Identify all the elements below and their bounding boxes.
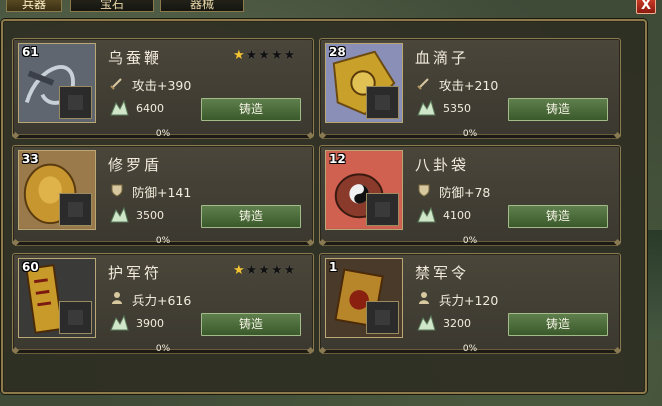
shield-icon [418, 184, 430, 197]
item-name: 护军符 [108, 264, 163, 282]
sword-icon [110, 78, 122, 90]
progress-percent: 0% [155, 344, 171, 354]
gem-slot[interactable] [366, 301, 399, 334]
star-rating: ★★★★★ [233, 263, 296, 278]
forge-button[interactable]: 铸造 [201, 313, 301, 336]
star-icon: ★ [233, 48, 246, 63]
jade-icon [110, 206, 129, 223]
item-card: 12 八卦袋 防御+78 4100 铸造 0% [318, 145, 622, 247]
gem-slot[interactable] [366, 193, 399, 226]
jade-icon [110, 99, 129, 116]
progress-bar: 0% [318, 344, 622, 355]
forge-button[interactable]: 铸造 [508, 98, 608, 121]
item-thumbnail[interactable]: 61 [18, 43, 96, 123]
jade-icon [417, 206, 436, 223]
forge-button[interactable]: 铸造 [508, 313, 608, 336]
gem-slot[interactable] [59, 193, 92, 226]
shield-icon [111, 184, 123, 197]
gem-slot[interactable] [59, 301, 92, 334]
item-card: 1 禁军令 兵力+120 3200 铸造 0% [318, 253, 622, 355]
progress-bar: 0% [11, 236, 315, 247]
item-level: 12 [329, 152, 346, 166]
forge-button[interactable]: 铸造 [201, 205, 301, 228]
item-thumbnail[interactable]: 12 [325, 150, 403, 230]
progress-bar: 0% [318, 236, 622, 247]
item-name: 修罗盾 [108, 156, 163, 174]
tab-machines[interactable]: 器械 [160, 0, 244, 12]
progress-bar: 0% [318, 129, 622, 140]
item-thumbnail[interactable]: 1 [325, 258, 403, 338]
jade-icon [110, 314, 129, 331]
item-level: 28 [329, 45, 346, 59]
progress-bar: 0% [11, 344, 315, 355]
sword-icon [417, 78, 429, 90]
progress-percent: 0% [155, 129, 171, 139]
jade-icon [417, 314, 436, 331]
gem-slot[interactable] [366, 86, 399, 119]
item-card: 33 修罗盾 防御+141 3500 铸造 0% [11, 145, 315, 247]
forge-panel: 61 乌蚕鞭 ★★★★★ 攻击+390 6400 铸造 0% 28 血滴子 攻击… [1, 19, 647, 394]
star-icon: ★★★★ [245, 263, 297, 278]
progress-percent: 0% [155, 236, 171, 246]
tab-gems[interactable]: 宝石 [70, 0, 154, 12]
item-level: 33 [22, 152, 39, 166]
star-rating: ★★★★★ [233, 48, 296, 63]
progress-percent: 0% [462, 236, 478, 246]
item-level: 60 [22, 260, 39, 274]
progress-percent: 0% [462, 344, 478, 354]
item-name: 血滴子 [415, 49, 470, 67]
item-thumbnail[interactable]: 28 [325, 43, 403, 123]
tab-bar: 兵器 宝石 器械 X [0, 0, 662, 14]
close-button[interactable]: X [636, 0, 656, 14]
background-scenery [648, 230, 662, 340]
tab-weapons[interactable]: 兵器 [6, 0, 62, 12]
item-card: 61 乌蚕鞭 ★★★★★ 攻击+390 6400 铸造 0% [11, 38, 315, 140]
star-icon: ★ [233, 263, 246, 278]
progress-percent: 0% [462, 129, 478, 139]
item-name: 八卦袋 [415, 156, 470, 174]
item-card: 28 血滴子 攻击+210 5350 铸造 0% [318, 38, 622, 140]
item-card: 60 护军符 ★★★★★ 兵力+616 3900 铸造 0% [11, 253, 315, 355]
item-thumbnail[interactable]: 60 [18, 258, 96, 338]
item-name: 禁军令 [415, 264, 470, 282]
item-level: 61 [22, 45, 39, 59]
star-icon: ★★★★ [245, 48, 297, 63]
item-name: 乌蚕鞭 [108, 49, 163, 67]
item-level: 1 [329, 260, 338, 274]
item-thumbnail[interactable]: 33 [18, 150, 96, 230]
forge-button[interactable]: 铸造 [508, 205, 608, 228]
forge-button[interactable]: 铸造 [201, 98, 301, 121]
soldier-icon [112, 292, 122, 304]
jade-icon [417, 99, 436, 116]
soldier-icon [419, 292, 429, 304]
progress-bar: 0% [11, 129, 315, 140]
gem-slot[interactable] [59, 86, 92, 119]
